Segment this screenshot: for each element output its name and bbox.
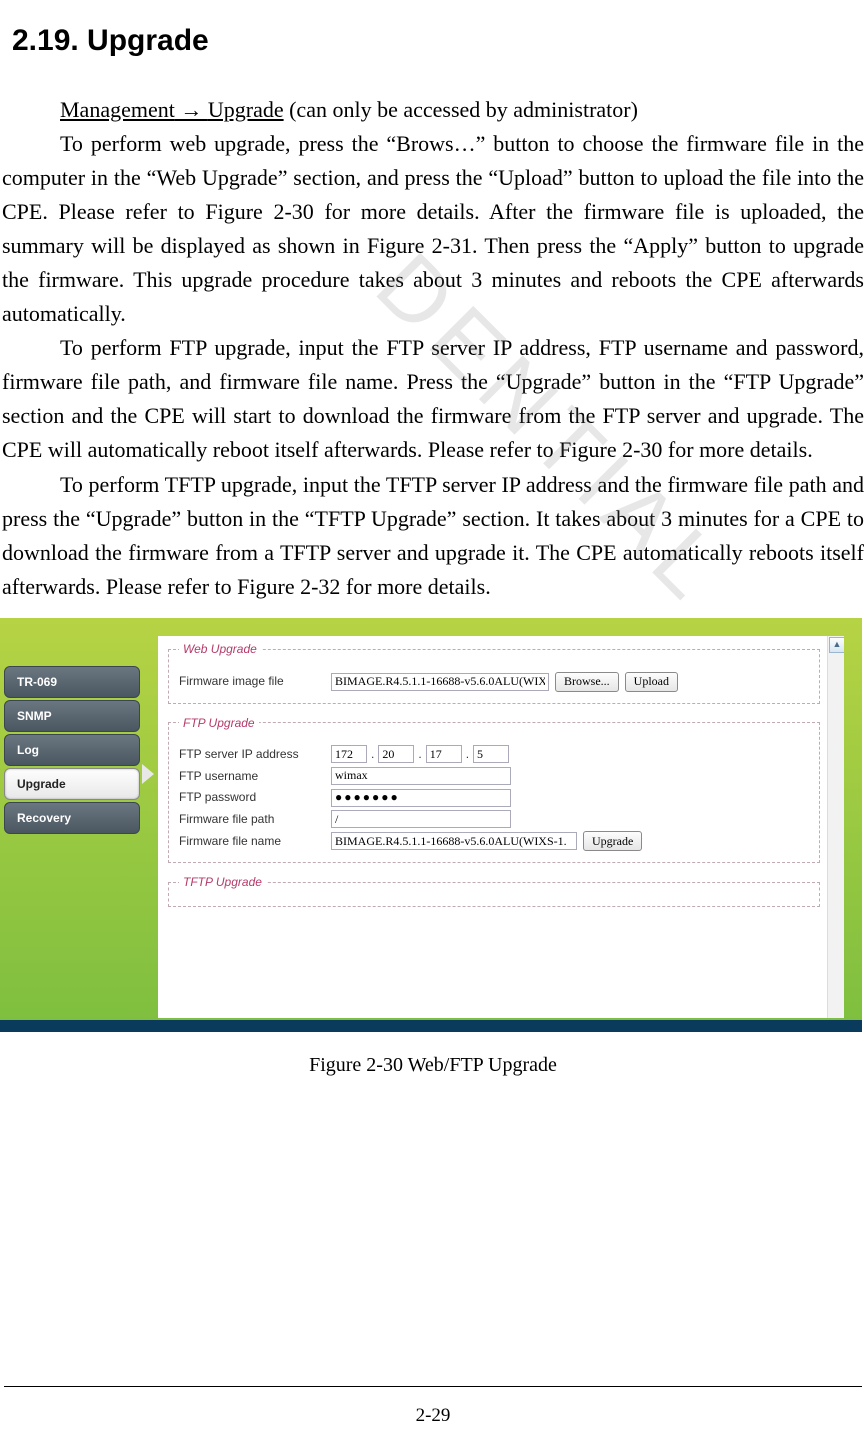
app-window: TR-069 SNMP Log Upgrade Recovery Web Upg… xyxy=(0,618,862,1032)
breadcrumb-arrow-icon: → xyxy=(175,97,208,122)
paragraph-tftp-upgrade: To perform TFTP upgrade, input the TFTP … xyxy=(2,468,864,604)
ftp-filepath-input[interactable] xyxy=(331,810,511,828)
ftp-filename-label: Firmware file name xyxy=(179,832,331,851)
breadcrumb-note: (can only be accessed by administrator) xyxy=(284,97,638,122)
sidebar: TR-069 SNMP Log Upgrade Recovery xyxy=(4,666,140,834)
sidebar-item-tr069[interactable]: TR-069 xyxy=(4,666,140,698)
sidebar-item-label: Recovery xyxy=(17,809,71,828)
ftp-ip-octet-1[interactable] xyxy=(331,745,367,763)
footer-rule xyxy=(4,1386,862,1387)
dot-icon: . xyxy=(418,745,421,764)
ftp-ip-octet-4[interactable] xyxy=(473,745,509,763)
browse-button[interactable]: Browse... xyxy=(555,672,619,692)
body-text: Management → Upgrade (can only be access… xyxy=(2,93,864,604)
ftp-filename-input[interactable] xyxy=(331,832,577,850)
breadcrumb-target: Upgrade xyxy=(208,97,284,122)
sidebar-item-label: TR-069 xyxy=(17,673,57,692)
web-upgrade-legend: Web Upgrade xyxy=(179,640,261,659)
ftp-upgrade-button[interactable]: Upgrade xyxy=(583,831,642,851)
ftp-username-label: FTP username xyxy=(179,767,331,786)
figure-2-30: TR-069 SNMP Log Upgrade Recovery Web Upg… xyxy=(0,618,866,1081)
ftp-password-input[interactable] xyxy=(331,789,511,807)
sidebar-item-log[interactable]: Log xyxy=(4,734,140,766)
sidebar-item-snmp[interactable]: SNMP xyxy=(4,700,140,732)
page-number: 2-29 xyxy=(416,1405,451,1426)
firmware-image-file-label: Firmware image file xyxy=(179,672,331,691)
section-heading: 2.19. Upgrade xyxy=(12,18,866,65)
tftp-upgrade-group: TFTP Upgrade xyxy=(168,873,820,907)
active-indicator-icon xyxy=(142,764,154,784)
ftp-filepath-label: Firmware file path xyxy=(179,810,331,829)
vertical-scrollbar[interactable]: ▲ xyxy=(827,636,844,1018)
ftp-username-input[interactable] xyxy=(331,767,511,785)
ftp-upgrade-legend: FTP Upgrade xyxy=(179,714,259,733)
content-pane: Web Upgrade Firmware image file Browse..… xyxy=(158,636,844,1018)
sidebar-item-recovery[interactable]: Recovery xyxy=(4,802,140,834)
dot-icon: . xyxy=(466,745,469,764)
paragraph-ftp-upgrade: To perform FTP upgrade, input the FTP se… xyxy=(2,331,864,467)
page-footer: 2-29 xyxy=(0,1386,866,1430)
figure-caption: Figure 2-30 Web/FTP Upgrade xyxy=(0,1050,866,1081)
ftp-upgrade-group: FTP Upgrade FTP server IP address . . . … xyxy=(168,714,820,864)
firmware-image-file-input[interactable] xyxy=(331,673,549,691)
sidebar-item-label: SNMP xyxy=(17,707,52,726)
scroll-up-icon[interactable]: ▲ xyxy=(829,637,844,653)
paragraph-web-upgrade: To perform web upgrade, press the “Brows… xyxy=(2,127,864,332)
sidebar-item-label: Upgrade xyxy=(17,775,66,794)
ftp-password-label: FTP password xyxy=(179,788,331,807)
tftp-upgrade-legend: TFTP Upgrade xyxy=(179,873,266,892)
sidebar-item-upgrade[interactable]: Upgrade xyxy=(4,768,140,800)
sidebar-item-label: Log xyxy=(17,741,39,760)
dot-icon: . xyxy=(371,745,374,764)
breadcrumb-path: Management xyxy=(60,97,175,122)
web-upgrade-group: Web Upgrade Firmware image file Browse..… xyxy=(168,640,820,704)
upload-button[interactable]: Upload xyxy=(625,672,678,692)
ftp-ip-octet-2[interactable] xyxy=(378,745,414,763)
ftp-ip-label: FTP server IP address xyxy=(179,745,331,764)
ftp-ip-octet-3[interactable] xyxy=(426,745,462,763)
